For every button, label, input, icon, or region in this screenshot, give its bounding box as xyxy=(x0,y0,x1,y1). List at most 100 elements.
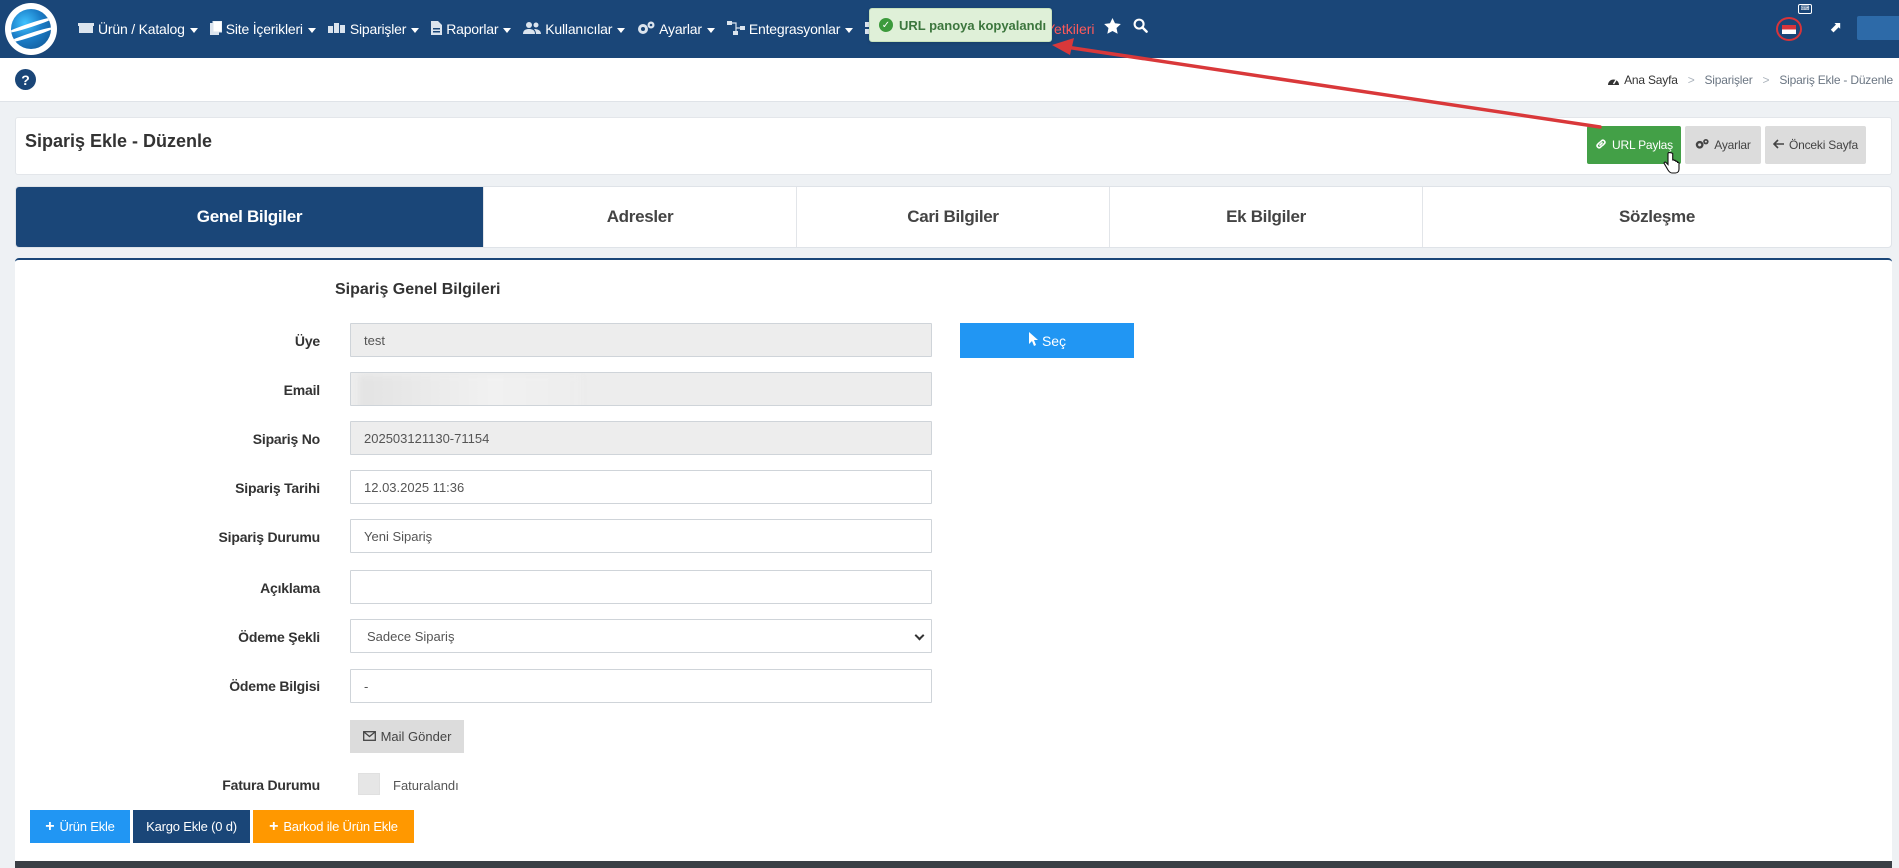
breadcrumb-home[interactable]: Ana Sayfa xyxy=(1607,73,1678,87)
add-by-barcode-button[interactable]: + Barkod ile Ürün Ekle xyxy=(253,810,414,843)
tab-bar: Genel Bilgiler Adresler Cari Bilgiler Ek… xyxy=(15,186,1892,248)
odeme-sekli-select[interactable]: Sadece Sipariş xyxy=(350,619,932,653)
add-by-barcode-label: Barkod ile Ürün Ekle xyxy=(283,819,398,834)
siparis-tarihi-label: Sipariş Tarihi xyxy=(235,480,320,496)
tab-ek-bilgiler[interactable]: Ek Bilgiler xyxy=(1110,187,1423,247)
copy-toast: ✓ URL panoya kopyalandı xyxy=(869,8,1052,42)
caret-down-icon xyxy=(617,27,626,33)
fatura-durumu-label: Fatura Durumu xyxy=(222,777,320,793)
caret-down-icon xyxy=(411,27,420,33)
link-icon xyxy=(1595,138,1607,153)
previous-page-button[interactable]: Önceki Sayfa xyxy=(1765,126,1866,164)
add-product-label: Ürün Ekle xyxy=(59,819,115,834)
nav-label: Ürün / Katalog xyxy=(98,21,185,37)
nav-yetkileri-label: Yetkileri xyxy=(1046,21,1095,37)
file-icon xyxy=(209,20,223,38)
main-menu: Ürün / Katalog Site İçerikleri Siparişle… xyxy=(78,0,893,58)
sitemap-icon xyxy=(726,20,745,38)
caret-down-icon xyxy=(189,27,198,33)
hand-cursor-icon xyxy=(1663,152,1680,174)
select-member-button[interactable]: Seç xyxy=(960,323,1134,358)
settings-label: Ayarlar xyxy=(1714,138,1751,152)
siparis-no-label: Sipariş No xyxy=(252,431,320,447)
cart-icon xyxy=(327,22,346,37)
gears-icon xyxy=(637,21,655,38)
nav-yetkileri[interactable]: Yetkileri xyxy=(1046,0,1095,58)
faturalandi-checkbox[interactable] xyxy=(358,773,380,795)
report-icon xyxy=(431,20,443,38)
url-share-label: URL Paylaş xyxy=(1612,138,1673,152)
send-mail-button[interactable]: Mail Gönder xyxy=(350,720,464,753)
siparis-durumu-field[interactable]: Yeni Sipariş xyxy=(350,519,932,553)
nav-site-icerikleri[interactable]: Site İçerikleri xyxy=(209,20,322,38)
nav-label: Entegrasyonlar xyxy=(748,21,841,37)
language-flag-icon[interactable] xyxy=(1776,17,1802,41)
aciklama-field[interactable] xyxy=(350,570,932,604)
nav-label: Site İçerikleri xyxy=(225,21,303,37)
uye-value: test xyxy=(364,332,385,348)
odeme-bilgisi-label: Ödeme Bilgisi xyxy=(229,678,320,694)
odeme-bilgisi-field[interactable]: - xyxy=(350,669,932,703)
chevron-down-icon xyxy=(914,630,925,641)
check-circle-icon: ✓ xyxy=(879,18,893,32)
nav-kullanicilar[interactable]: Kullanıcılar xyxy=(523,21,631,37)
add-product-button[interactable]: + Ürün Ekle xyxy=(30,810,130,843)
brand-logo[interactable] xyxy=(5,3,57,55)
breadcrumb-current: Sipariş Ekle - Düzenle xyxy=(1779,73,1893,87)
order-form-card: Sipariş Genel Bilgileri Üye test Seç Ema… xyxy=(15,258,1892,868)
products-table-header xyxy=(15,861,1892,868)
odeme-sekli-value: Sadece Sipariş xyxy=(367,628,455,644)
page-title: Sipariş Ekle - Düzenle xyxy=(25,131,213,151)
help-icon[interactable]: ? xyxy=(15,69,36,90)
toast-message: URL panoya kopyalandı xyxy=(899,17,1047,33)
siparis-durumu-value: Yeni Sipariş xyxy=(364,528,433,544)
siparis-durumu-label: Sipariş Durumu xyxy=(218,529,321,545)
gears-icon xyxy=(1695,138,1709,153)
tab-adresler[interactable]: Adresler xyxy=(484,187,797,247)
nav-siparisler[interactable]: Siparişler xyxy=(327,21,425,37)
user-menu[interactable] xyxy=(1857,16,1899,40)
breadcrumb-separator: > xyxy=(1687,73,1695,87)
tab-sozlesme[interactable]: Sözleşme xyxy=(1423,187,1891,247)
previous-page-label: Önceki Sayfa xyxy=(1789,138,1858,152)
siparis-no-field[interactable]: 202503121130-71154 xyxy=(350,421,932,455)
siparis-tarihi-value: 12.03.2025 11:36 xyxy=(364,479,465,495)
breadcrumb: Ana Sayfa > Siparişler > Sipariş Ekle - … xyxy=(1607,73,1893,87)
uye-field[interactable]: test xyxy=(350,323,932,357)
keyboard-icon[interactable]: ⌨ xyxy=(1798,4,1812,14)
tab-genel-bilgiler[interactable]: Genel Bilgiler xyxy=(16,187,484,247)
dashboard-icon xyxy=(1608,79,1620,85)
star-icon[interactable] xyxy=(1104,18,1121,39)
nav-ayarlar[interactable]: Ayarlar xyxy=(637,21,721,38)
aciklama-label: Açıklama xyxy=(260,580,320,596)
nav-entegrasyonlar[interactable]: Entegrasyonlar xyxy=(726,20,859,38)
siparis-tarihi-field[interactable]: 12.03.2025 11:36 xyxy=(350,470,932,504)
breadcrumb-separator: > xyxy=(1762,73,1770,87)
breadcrumb-siparisler[interactable]: Siparişler xyxy=(1705,73,1753,87)
caret-down-icon xyxy=(706,27,715,33)
plus-icon: + xyxy=(45,817,55,835)
pointer-icon xyxy=(1028,332,1038,349)
settings-button[interactable]: Ayarlar xyxy=(1685,126,1761,164)
add-cargo-label: Kargo Ekle (0 d) xyxy=(146,819,237,834)
tab-cari-bilgiler[interactable]: Cari Bilgiler xyxy=(797,187,1110,247)
plus-icon: + xyxy=(269,817,279,835)
caret-down-icon xyxy=(503,27,512,33)
box-icon xyxy=(78,22,94,37)
send-mail-label: Mail Gönder xyxy=(380,729,452,744)
email-field[interactable] xyxy=(350,372,932,406)
nav-label: Ayarlar xyxy=(659,21,702,37)
nav-label: Raporlar xyxy=(446,21,499,37)
search-icon[interactable] xyxy=(1133,18,1148,38)
nav-urun-katalog[interactable]: Ürün / Katalog xyxy=(78,21,204,37)
odeme-sekli-label: Ödeme Şekli xyxy=(238,629,320,645)
email-redaction xyxy=(359,375,581,405)
section-title: Sipariş Genel Bilgileri xyxy=(335,281,501,298)
nav-label: Kullanıcılar xyxy=(545,21,613,37)
nav-raporlar[interactable]: Raporlar xyxy=(431,20,517,38)
external-link-icon[interactable]: ⬈ xyxy=(1829,18,1842,36)
users-icon xyxy=(523,21,542,37)
siparis-no-value: 202503121130-71154 xyxy=(364,430,490,446)
add-cargo-button[interactable]: Kargo Ekle (0 d) xyxy=(133,810,250,843)
select-member-label: Seç xyxy=(1041,332,1067,349)
